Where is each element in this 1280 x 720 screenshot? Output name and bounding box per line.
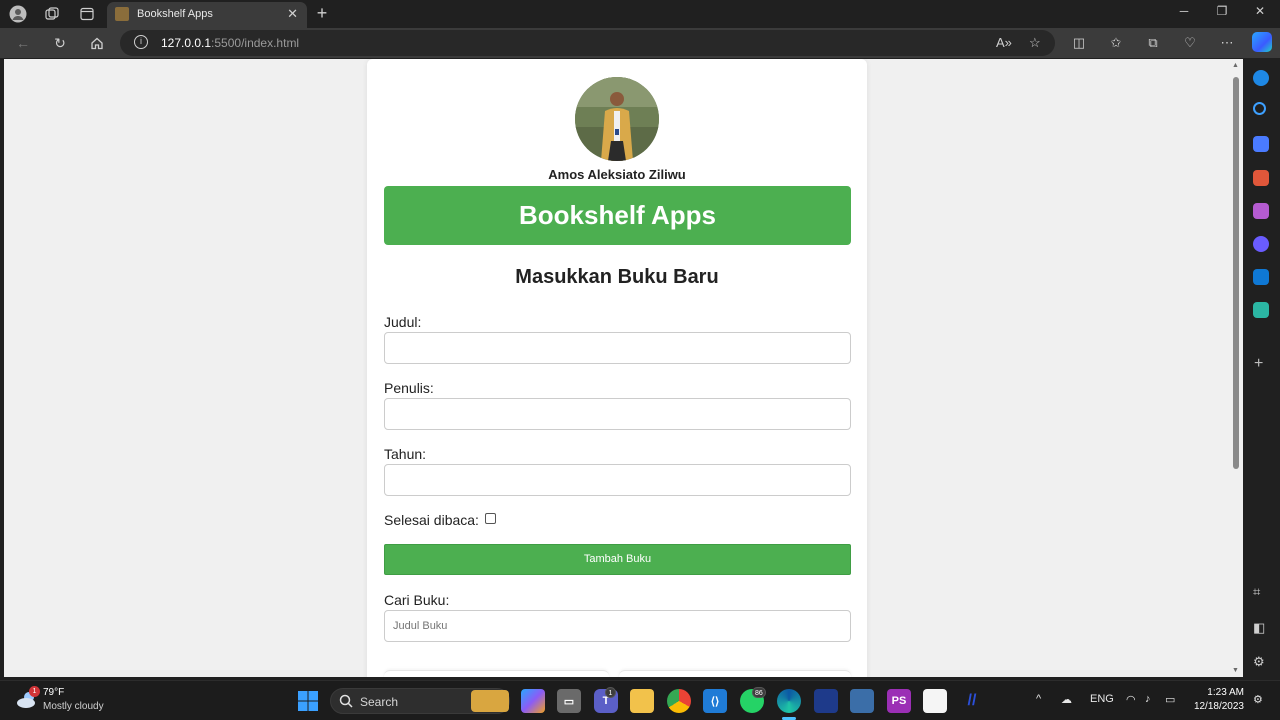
split-screen-icon[interactable]: ◫ (1069, 33, 1089, 53)
finished-label: Selesai dibaca: (384, 512, 479, 528)
edge-sidebar: + ⌗ ◧ ⚙ (1243, 59, 1280, 677)
weather-description[interactable]: Mostly cloudy (43, 701, 104, 712)
search-icon (339, 694, 353, 708)
favorite-star-icon[interactable]: ☆ (1029, 35, 1041, 51)
copilot-sidebar-icon[interactable] (1253, 236, 1269, 252)
bookshelf-card: Amos Aleksiato Ziliwu Bookshelf Apps Mas… (367, 59, 867, 677)
new-tab-button[interactable]: + (312, 3, 332, 23)
games-icon[interactable] (1253, 203, 1269, 219)
file-explorer-icon[interactable] (630, 689, 654, 713)
shopping-icon[interactable] (1253, 136, 1269, 152)
app-title-banner: Bookshelf Apps (384, 186, 851, 245)
weather-badge: 1 (29, 686, 40, 697)
teams-badge: 1 (605, 687, 616, 698)
tab-favicon (115, 7, 129, 21)
language-indicator[interactable]: ENG (1090, 693, 1114, 705)
outlook-icon[interactable] (1253, 269, 1269, 285)
page-viewport: Amos Aleksiato Ziliwu Bookshelf Apps Mas… (4, 59, 1243, 677)
url-text[interactable]: 127.0.0.1:5500/index.html (161, 36, 299, 50)
network-app-icon[interactable] (850, 689, 874, 713)
volume-icon[interactable]: ♪ (1145, 693, 1151, 705)
form-heading: Masukkan Buku Baru (515, 266, 719, 288)
browser-tab-bar: Bookshelf Apps ✕ + ─ ❐ ✕ (0, 0, 1280, 28)
scroll-down-icon[interactable]: ▼ (1232, 667, 1239, 674)
hide-sidebar-icon[interactable]: ◧ (1253, 620, 1265, 636)
home-icon[interactable] (86, 33, 108, 53)
year-label: Tahun: (384, 446, 427, 462)
app-slash-icon[interactable]: // (960, 689, 984, 713)
finished-checkbox[interactable] (485, 513, 496, 524)
screenshot-icon[interactable]: ⌗ (1253, 584, 1260, 600)
unfinished-shelf-section (384, 670, 609, 677)
sidebar-settings-icon[interactable]: ⚙ (1253, 654, 1265, 670)
add-book-button[interactable]: Tambah Buku (384, 544, 851, 575)
scrollbar-thumb[interactable] (1233, 77, 1239, 469)
close-window-icon[interactable]: ✕ (1250, 4, 1270, 18)
task-view-icon[interactable]: ▭ (557, 689, 581, 713)
whatsapp-badge: 86 (752, 687, 766, 698)
year-input[interactable] (384, 464, 851, 496)
author-input[interactable] (384, 398, 851, 430)
drop-icon[interactable] (1253, 302, 1269, 318)
search-highlight-image (471, 690, 509, 712)
close-tab-icon[interactable]: ✕ (287, 6, 298, 22)
refresh-icon[interactable]: ↻ (49, 33, 71, 53)
copilot-icon[interactable] (1252, 32, 1272, 52)
clock-time[interactable]: 1:23 AM (1190, 687, 1244, 698)
weather-temperature[interactable]: 79°F (43, 687, 64, 698)
profile-icon[interactable] (8, 4, 28, 24)
document-icon[interactable] (923, 689, 947, 713)
start-windows-icon[interactable] (296, 689, 320, 713)
address-bar[interactable]: i 127.0.0.1:5500/index.html A» ☆ (120, 30, 1055, 56)
collections-icon[interactable]: ⧉ (1143, 33, 1163, 53)
finished-shelf-section (619, 670, 851, 677)
tab-title: Bookshelf Apps (137, 8, 213, 20)
notification-center-icon[interactable]: ⚙ (1253, 693, 1263, 706)
minimize-icon[interactable]: ─ (1174, 4, 1194, 18)
workspaces-icon[interactable] (42, 4, 62, 24)
chrome-icon[interactable] (667, 689, 691, 713)
favorites-icon[interactable]: ✩ (1106, 33, 1126, 53)
maximize-icon[interactable]: ❐ (1212, 4, 1232, 18)
battery-icon[interactable]: ▭ (1165, 693, 1175, 706)
browser-essentials-icon[interactable]: ♡ (1180, 33, 1200, 53)
onedrive-icon[interactable]: ☁ (1061, 693, 1072, 706)
taskbar-search[interactable]: Search (330, 688, 510, 714)
xampp-icon[interactable] (814, 689, 838, 713)
wifi-icon[interactable]: ◠ (1126, 693, 1136, 706)
site-info-icon[interactable]: i (134, 35, 148, 49)
scroll-up-icon[interactable]: ▲ (1232, 62, 1239, 69)
edge-icon[interactable] (777, 689, 801, 713)
author-label: Penulis: (384, 380, 434, 396)
copilot-taskbar-icon[interactable] (521, 689, 545, 713)
clock-date[interactable]: 12/18/2023 (1190, 701, 1244, 712)
more-menu-icon[interactable]: ⋯ (1217, 33, 1237, 53)
tab-actions-icon[interactable] (77, 4, 97, 24)
vscode-icon[interactable]: ⟨⟩ (703, 689, 727, 713)
show-hidden-icons[interactable]: ^ (1036, 693, 1041, 705)
search-label: Cari Buku: (384, 592, 450, 608)
author-name: Amos Aleksiato Ziliwu (548, 167, 686, 182)
page-scrollbar[interactable]: ▲ ▼ (1230, 59, 1243, 677)
author-avatar (575, 77, 659, 161)
search-input[interactable] (384, 610, 851, 642)
tab-bookshelf-apps[interactable]: Bookshelf Apps ✕ (107, 2, 307, 28)
add-sidebar-app-icon[interactable]: + (1254, 355, 1263, 373)
back-icon[interactable]: ← (12, 33, 34, 53)
title-label: Judul: (384, 314, 422, 330)
read-aloud-icon[interactable]: A» (996, 35, 1012, 50)
search-text: Search (360, 695, 399, 709)
title-input[interactable] (384, 332, 851, 364)
tools-icon[interactable] (1253, 170, 1269, 186)
phpstorm-icon[interactable]: PS (887, 689, 911, 713)
notifications-icon[interactable] (1253, 70, 1269, 86)
search-sidebar-icon[interactable] (1253, 102, 1266, 115)
windows-taskbar: 1 79°F Mostly cloudy Search ▭ T 1 ⟨⟩ 86 … (0, 680, 1280, 720)
